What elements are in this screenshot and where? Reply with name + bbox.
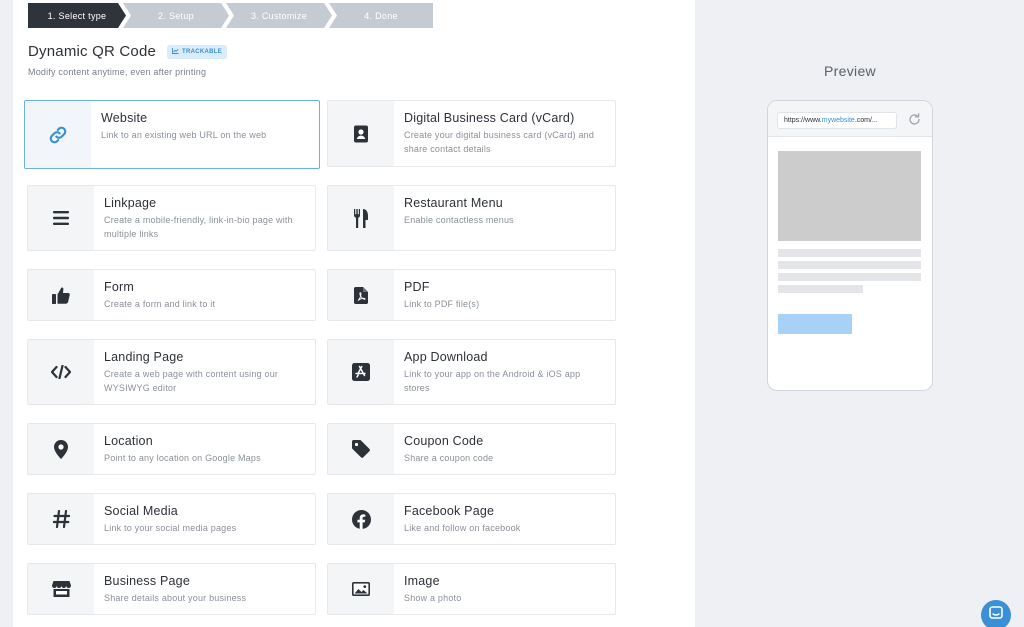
type-icon-box [28,494,94,544]
type-card-restaurant-menu[interactable]: Restaurant Menu Enable contactless menus [327,185,616,251]
type-name: PDF [404,280,430,294]
type-desc: Share details about your business [104,593,247,603]
type-card-vcard[interactable]: Digital Business Card (vCard) Create you… [327,100,616,167]
stepper: 1. Select type 2. Setup 3. Customize 4. … [28,3,433,28]
button-placeholder [778,314,852,334]
chat-launcher-button[interactable] [981,600,1011,627]
hashtag-icon [52,510,70,528]
type-card-website[interactable]: Website Link to an existing web URL on t… [24,100,320,169]
code-icon [51,365,71,379]
thumbs-up-icon [52,287,70,304]
step-select-type[interactable]: 1. Select type [28,3,126,28]
type-name: Coupon Code [404,434,484,448]
type-card-image[interactable]: Image Show a photo [327,563,616,615]
app-store-icon [352,363,370,381]
trackable-badge: TRACKABLE [167,45,228,59]
type-name: Form [104,280,134,294]
type-icon-box [328,186,394,250]
type-desc: Create a form and link to it [104,299,216,309]
type-desc: Link to an existing web URL on the web [101,130,267,140]
type-icon-box [28,340,94,404]
fork-knife-icon [353,208,369,228]
type-card-landing-page[interactable]: Landing Page Create a web page with cont… [27,339,316,405]
type-desc: Create a web page with content using our… [104,369,279,393]
type-icon-box [28,564,94,614]
step-customize[interactable]: 3. Customize [226,3,332,28]
type-icon-box [25,101,91,168]
type-name: Business Page [104,574,190,588]
url-prefix: https://www. [784,117,822,124]
chat-icon [989,605,1003,625]
type-card-coupon-code[interactable]: Coupon Code Share a coupon code [327,423,616,475]
type-icon-box [328,424,394,474]
type-name: Linkpage [104,196,157,210]
type-desc: Show a photo [404,593,462,603]
type-name: Restaurant Menu [404,196,503,210]
type-icon-box [28,270,94,320]
type-desc: Create a mobile-friendly, link-in-bio pa… [104,215,293,239]
image-icon [352,582,370,596]
type-name: Digital Business Card (vCard) [404,111,575,125]
trackable-label: TRACKABLE [182,49,223,55]
type-desc: Create your digital business card (vCard… [404,130,595,154]
type-desc: Like and follow on facebook [404,523,521,533]
page-subtitle: Modify content anytime, even after print… [28,67,207,77]
map-pin-icon [54,439,68,459]
url-suffix: .com/... [854,117,878,124]
text-line-placeholder [778,261,921,269]
facebook-icon [351,509,371,529]
type-icon-box [328,340,394,404]
type-name: App Download [404,350,488,364]
text-line-placeholder [778,285,863,293]
page-title: Dynamic QR Code [28,43,157,60]
menu-lines-icon [53,211,69,225]
type-icon-box [328,270,394,320]
pdf-file-icon [354,286,368,304]
type-name: Website [101,111,148,125]
type-name: Landing Page [104,350,184,364]
browser-bar: https://www. mywebsite .com/... [768,101,932,137]
type-icon-box [28,424,94,474]
tag-icon [352,440,370,458]
image-placeholder [778,151,921,241]
contact-card-icon [353,125,369,143]
type-icon-box [328,564,394,614]
type-card-location[interactable]: Location Point to any location on Google… [27,423,316,475]
url-field: https://www. mywebsite .com/... [777,112,897,129]
phone-mockup: https://www. mywebsite .com/... [767,100,933,391]
type-desc: Share a coupon code [404,453,494,463]
type-icon-box [328,101,394,166]
storefront-icon [51,581,71,597]
type-card-facebook-page[interactable]: Facebook Page Like and follow on faceboo… [327,493,616,545]
type-selection-panel: 1. Select type 2. Setup 3. Customize 4. … [13,0,695,627]
type-icon-box [28,186,94,250]
url-domain: mywebsite [821,117,855,124]
type-name: Social Media [104,504,178,518]
refresh-icon [908,113,921,131]
step-done[interactable]: 4. Done [329,3,433,28]
type-card-business-page[interactable]: Business Page Share details about your b… [27,563,316,615]
preview-panel: Preview https://www. mywebsite .com/... [695,0,1024,627]
type-card-social-media[interactable]: Social Media Link to your social media p… [27,493,316,545]
type-card-pdf[interactable]: PDF Link to PDF file(s) [327,269,616,321]
type-name: Location [104,434,153,448]
type-icon-box [328,494,394,544]
type-name: Facebook Page [404,504,495,518]
type-desc: Link to PDF file(s) [404,299,480,309]
type-desc: Link to your app on the Android & iOS ap… [404,369,581,393]
type-name: Image [404,574,440,588]
preview-title: Preview [824,63,876,79]
text-line-placeholder [778,249,921,257]
type-desc: Link to your social media pages [104,523,237,533]
chart-icon [172,48,179,56]
type-desc: Enable contactless menus [404,215,514,225]
link-icon [48,125,68,145]
type-desc: Point to any location on Google Maps [104,453,261,463]
type-card-form[interactable]: Form Create a form and link to it [27,269,316,321]
text-line-placeholder [778,273,921,281]
type-card-linkpage[interactable]: Linkpage Create a mobile-friendly, link-… [27,185,316,251]
step-setup[interactable]: 2. Setup [123,3,229,28]
type-card-app-download[interactable]: App Download Link to your app on the And… [327,339,616,405]
